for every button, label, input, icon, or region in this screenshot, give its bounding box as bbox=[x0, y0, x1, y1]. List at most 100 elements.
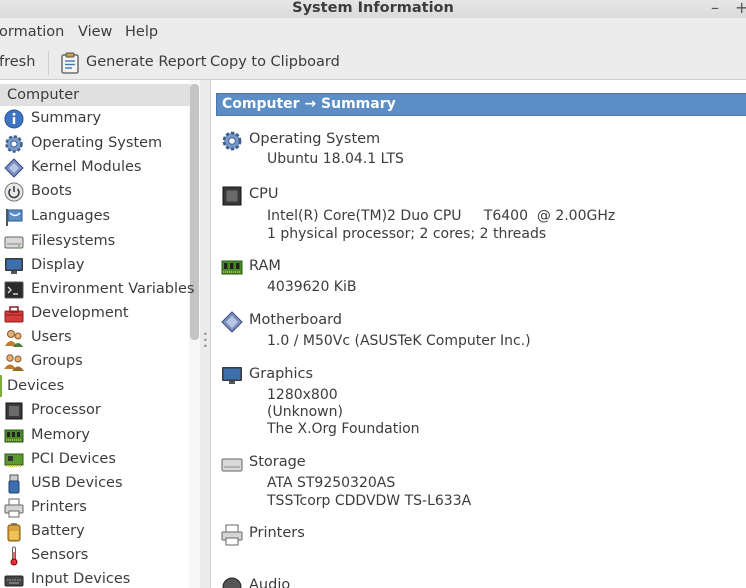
printer-icon bbox=[221, 524, 243, 546]
sidebar-item-label: Sensors bbox=[31, 547, 89, 563]
section-value: 4039620 KiB bbox=[267, 279, 357, 295]
section-value: TSSTcorp CDDVDW TS-L633A bbox=[267, 493, 472, 509]
sidebar-item-label: Development bbox=[31, 305, 129, 321]
sidebar-header-computer[interactable]: Computer bbox=[0, 84, 190, 106]
sidebar-item-label: Battery bbox=[31, 523, 85, 539]
diamond-module-icon bbox=[4, 158, 24, 178]
groups-icon bbox=[4, 354, 24, 371]
sidebar-item-label: Processor bbox=[31, 402, 101, 418]
pci-card-icon bbox=[4, 453, 24, 467]
sidebar-item-battery[interactable]: Battery bbox=[0, 520, 190, 544]
gear-icon bbox=[5, 135, 23, 153]
sidebar-item-label: Printers bbox=[31, 499, 87, 515]
main-panel: Computer → Summary Operating System Ubun… bbox=[210, 80, 746, 588]
sidebar-item-kernel-modules[interactable]: Kernel Modules bbox=[0, 156, 190, 180]
sidebar-item-label: Operating System bbox=[31, 135, 163, 151]
sidebar-item-display[interactable]: Display bbox=[0, 254, 190, 278]
section-title: RAM bbox=[249, 258, 281, 274]
battery-icon bbox=[7, 523, 21, 542]
generate-report-button[interactable]: Generate Report bbox=[86, 54, 206, 70]
sidebar-item-sensors[interactable]: Sensors bbox=[0, 544, 190, 568]
minimize-button[interactable]: – bbox=[711, 0, 719, 16]
sidebar-item-label: Filesystems bbox=[31, 233, 116, 249]
monitor-icon bbox=[222, 367, 242, 384]
sidebar-item-label: Memory bbox=[31, 427, 90, 443]
title-bar: System Information – + bbox=[0, 0, 746, 18]
section-title: Motherboard bbox=[249, 312, 343, 328]
sidebar-scrollbar-thumb[interactable] bbox=[190, 84, 199, 340]
sidebar-item-label: Boots bbox=[31, 183, 72, 199]
maximize-button[interactable]: + bbox=[735, 0, 746, 16]
sidebar-item-development[interactable]: Development bbox=[0, 302, 190, 326]
section-title: Printers bbox=[249, 525, 305, 541]
toolbox-icon bbox=[4, 306, 24, 323]
section-title: Storage bbox=[249, 454, 306, 470]
keyboard-icon bbox=[4, 575, 24, 587]
menu-bar: ormation View Help bbox=[0, 18, 746, 46]
sidebar-header-devices[interactable]: Devices bbox=[0, 375, 190, 397]
section-value: Intel(R) Core(TM)2 Duo CPU T6400 @ 2.00G… bbox=[267, 208, 616, 224]
terminal-icon bbox=[4, 281, 24, 299]
section-value: 1.0 / M50Vc (ASUSTeK Computer Inc.) bbox=[267, 333, 531, 349]
pane-splitter[interactable]: • • • bbox=[200, 80, 210, 588]
users-icon bbox=[5, 330, 23, 347]
report-icon[interactable] bbox=[61, 52, 79, 74]
sidebar-item-label: USB Devices bbox=[31, 475, 123, 491]
menu-help[interactable]: Help bbox=[125, 24, 158, 40]
sidebar-item-label: Environment Variables bbox=[31, 281, 195, 297]
section-title: Graphics bbox=[249, 366, 314, 382]
sidebar-item-users[interactable]: Users bbox=[0, 326, 190, 350]
sidebar-item-label: Input Devices bbox=[31, 571, 131, 587]
sidebar-item-usb-devices[interactable]: USB Devices bbox=[0, 472, 190, 496]
page-title-banner: Computer → Summary bbox=[216, 93, 746, 116]
sidebar-item-label: Groups bbox=[31, 353, 83, 369]
sidebar-item-input-devices[interactable]: Input Devices bbox=[0, 568, 190, 588]
window-title: System Information bbox=[292, 0, 454, 16]
sidebar-item-label: Display bbox=[31, 257, 85, 273]
section-title: CPU bbox=[249, 186, 279, 202]
section-value: ATA ST9250320AS bbox=[267, 475, 396, 491]
copy-to-clipboard-button[interactable]: Copy to Clipboard bbox=[210, 54, 340, 70]
toolbar-separator bbox=[48, 51, 49, 75]
menu-view[interactable]: View bbox=[78, 24, 112, 40]
sidebar-item-memory[interactable]: Memory bbox=[0, 424, 190, 448]
sidebar-item-operating-system[interactable]: Operating System bbox=[0, 132, 190, 156]
motherboard-icon bbox=[221, 311, 243, 333]
sidebar: Computer Summary Operating System Kernel… bbox=[0, 80, 200, 588]
sidebar-item-groups[interactable]: Groups bbox=[0, 350, 190, 374]
usb-icon bbox=[8, 474, 20, 494]
refresh-button[interactable]: fresh bbox=[0, 54, 35, 70]
toolbar: fresh Generate Report Copy to Clipboard bbox=[0, 46, 746, 80]
monitor-icon bbox=[5, 258, 23, 274]
menu-information[interactable]: ormation bbox=[0, 24, 64, 40]
sidebar-item-label: Kernel Modules bbox=[31, 159, 142, 175]
sidebar-item-printers[interactable]: Printers bbox=[0, 496, 190, 520]
power-icon bbox=[4, 182, 24, 202]
section-value: 1 physical processor; 2 cores; 2 threads bbox=[267, 226, 547, 242]
drive-icon bbox=[221, 458, 243, 472]
sidebar-item-languages[interactable]: Languages bbox=[0, 205, 190, 229]
sidebar-item-label: PCI Devices bbox=[31, 451, 116, 467]
ram-icon bbox=[4, 429, 24, 443]
chip-icon bbox=[222, 186, 242, 206]
sidebar-item-environment-variables[interactable]: Environment Variables bbox=[0, 278, 194, 302]
section-value: 1280x800 bbox=[267, 387, 338, 403]
sidebar-item-boots[interactable]: Boots bbox=[0, 180, 190, 204]
speaker-icon bbox=[222, 577, 242, 588]
info-icon bbox=[4, 109, 24, 129]
chip-icon bbox=[5, 402, 23, 420]
sidebar-item-label: Languages bbox=[31, 208, 111, 224]
section-value: The X.Org Foundation bbox=[267, 421, 420, 437]
section-value: Ubuntu 18.04.1 LTS bbox=[267, 151, 404, 167]
flag-icon bbox=[6, 209, 23, 226]
sidebar-item-summary[interactable]: Summary bbox=[0, 107, 190, 131]
sidebar-item-label: Summary bbox=[31, 110, 102, 126]
sidebar-item-label: Users bbox=[31, 329, 72, 345]
sidebar-item-processor[interactable]: Processor bbox=[0, 399, 190, 423]
section-value: (Unknown) bbox=[267, 404, 343, 420]
drive-icon bbox=[4, 236, 24, 249]
sidebar-item-pci-devices[interactable]: PCI Devices bbox=[0, 448, 190, 472]
splitter-grip[interactable]: • • • bbox=[203, 331, 208, 351]
ram-icon bbox=[221, 260, 243, 275]
sidebar-item-filesystems[interactable]: Filesystems bbox=[0, 230, 190, 254]
